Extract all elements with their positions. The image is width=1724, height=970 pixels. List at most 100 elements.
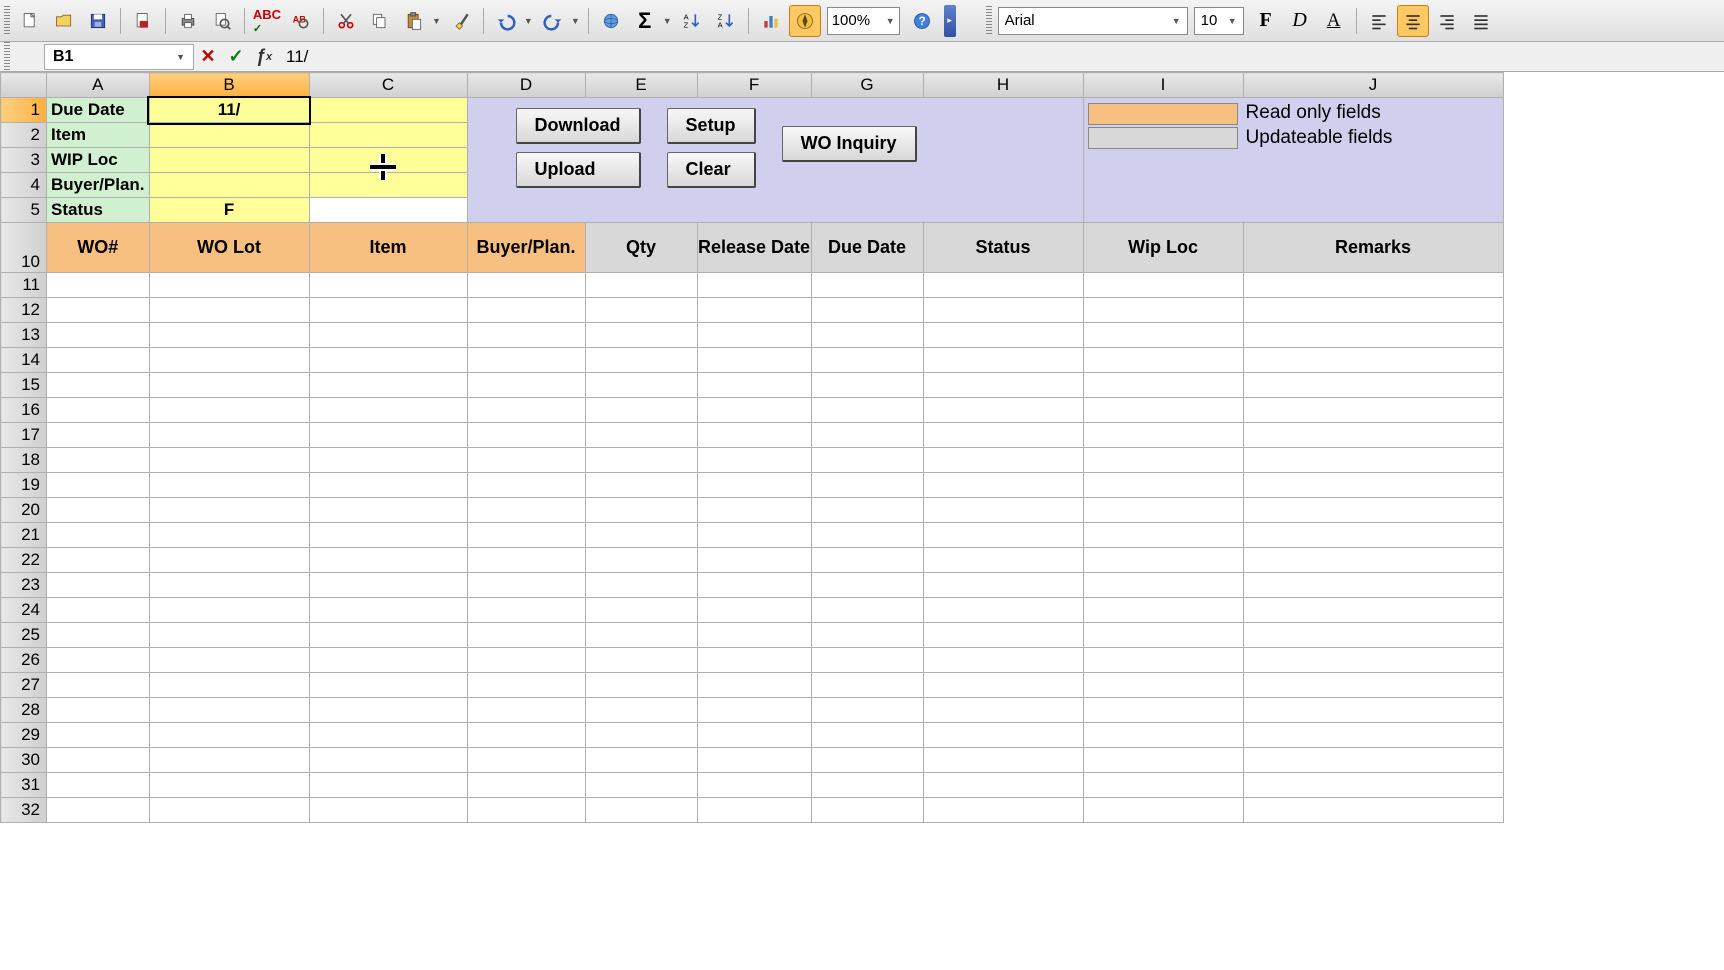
cell-I12[interactable] [1083,298,1243,323]
cell-F12[interactable] [697,298,811,323]
cell-H27[interactable] [923,673,1083,698]
cell-C5[interactable] [309,198,467,223]
input-wiploc-to[interactable] [309,148,467,173]
cell-F17[interactable] [697,423,811,448]
name-box[interactable]: B1 ▼ [44,44,194,70]
cell-H12[interactable] [923,298,1083,323]
cell-D17[interactable] [467,423,585,448]
cell-J14[interactable] [1243,348,1503,373]
cell-E12[interactable] [585,298,697,323]
cell-E25[interactable] [585,623,697,648]
cell-C26[interactable] [309,648,467,673]
cell-B18[interactable] [149,448,309,473]
cell-F26[interactable] [697,648,811,673]
cell-G23[interactable] [811,573,923,598]
cell-C31[interactable] [309,773,467,798]
cell-E26[interactable] [585,648,697,673]
cell-G28[interactable] [811,698,923,723]
th-item[interactable]: Item [309,223,467,273]
row-header-15[interactable]: 15 [1,373,47,398]
cell-D28[interactable] [467,698,585,723]
cell-J29[interactable] [1243,723,1503,748]
cell-C14[interactable] [309,348,467,373]
cell-I18[interactable] [1083,448,1243,473]
col-header-J[interactable]: J [1243,73,1503,98]
cell-C11[interactable] [309,273,467,298]
new-doc-icon[interactable] [14,5,46,37]
col-header-A[interactable]: A [47,73,150,98]
cell-J17[interactable] [1243,423,1503,448]
cell-H19[interactable] [923,473,1083,498]
cell-D15[interactable] [467,373,585,398]
cell-B30[interactable] [149,748,309,773]
cell-E19[interactable] [585,473,697,498]
cell-J27[interactable] [1243,673,1503,698]
input-item-from[interactable] [149,123,309,148]
cell-J23[interactable] [1243,573,1503,598]
cell-E20[interactable] [585,498,697,523]
col-header-G[interactable]: G [811,73,923,98]
cell-E11[interactable] [585,273,697,298]
cell-G18[interactable] [811,448,923,473]
bold-icon[interactable]: F [1250,5,1282,37]
cell-F13[interactable] [697,323,811,348]
cell-B29[interactable] [149,723,309,748]
cell-B28[interactable] [149,698,309,723]
cell-F11[interactable] [697,273,811,298]
cell-C16[interactable] [309,398,467,423]
cell-F15[interactable] [697,373,811,398]
cell-I21[interactable] [1083,523,1243,548]
cell-F30[interactable] [697,748,811,773]
align-right-icon[interactable] [1431,5,1463,37]
cell-H30[interactable] [923,748,1083,773]
cell-F16[interactable] [697,398,811,423]
cell-A23[interactable] [47,573,150,598]
input-due-date-from[interactable]: 11/ [149,98,309,123]
chart-icon[interactable] [755,5,787,37]
cell-C30[interactable] [309,748,467,773]
cell-D12[interactable] [467,298,585,323]
formula-input[interactable] [278,44,1724,70]
cut-icon[interactable] [330,5,362,37]
label-buyer-plan[interactable]: Buyer/Plan. [47,173,150,198]
font-name-combo[interactable]: Arial ▼ [998,7,1188,35]
cell-D26[interactable] [467,648,585,673]
cell-E18[interactable] [585,448,697,473]
cell-E29[interactable] [585,723,697,748]
cell-D23[interactable] [467,573,585,598]
th-buyer-plan[interactable]: Buyer/Plan. [467,223,585,273]
cell-B22[interactable] [149,548,309,573]
row-header-17[interactable]: 17 [1,423,47,448]
cell-D32[interactable] [467,798,585,823]
cell-D16[interactable] [467,398,585,423]
row-header-31[interactable]: 31 [1,773,47,798]
redo-icon[interactable] [537,5,569,37]
cell-I31[interactable] [1083,773,1243,798]
cell-B27[interactable] [149,673,309,698]
cell-G21[interactable] [811,523,923,548]
cell-D19[interactable] [467,473,585,498]
cell-H17[interactable] [923,423,1083,448]
cell-A25[interactable] [47,623,150,648]
open-icon[interactable] [48,5,80,37]
cell-D29[interactable] [467,723,585,748]
cell-F20[interactable] [697,498,811,523]
cell-G25[interactable] [811,623,923,648]
select-all-corner[interactable] [1,73,47,98]
cell-D21[interactable] [467,523,585,548]
cell-C28[interactable] [309,698,467,723]
cell-J15[interactable] [1243,373,1503,398]
upload-button[interactable]: Upload [516,152,641,188]
cell-H20[interactable] [923,498,1083,523]
cell-A14[interactable] [47,348,150,373]
cell-J22[interactable] [1243,548,1503,573]
download-button[interactable]: Download [516,108,641,144]
cell-I16[interactable] [1083,398,1243,423]
cell-F14[interactable] [697,348,811,373]
cell-D20[interactable] [467,498,585,523]
cell-B16[interactable] [149,398,309,423]
cell-H23[interactable] [923,573,1083,598]
cell-I32[interactable] [1083,798,1243,823]
cell-B25[interactable] [149,623,309,648]
row-header-22[interactable]: 22 [1,548,47,573]
